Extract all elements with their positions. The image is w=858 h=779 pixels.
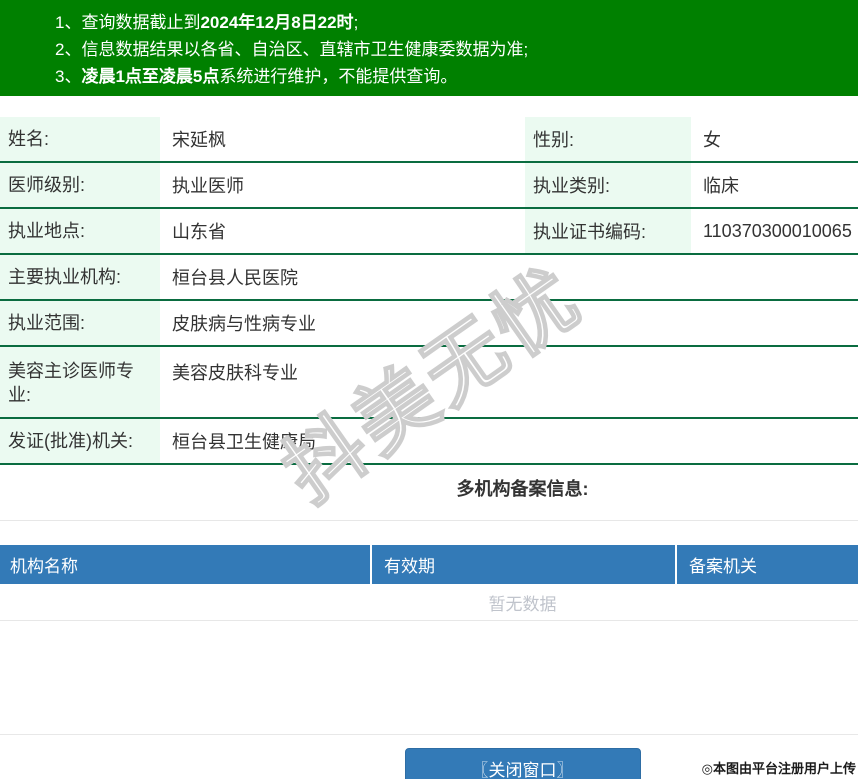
cosmetic-specialty-label: 美容主诊医师专业: xyxy=(0,347,160,417)
multi-org-section-title: 多机构备案信息: xyxy=(456,479,589,499)
table-row: 主要执业机构: 桓台县人民医院 xyxy=(0,255,858,301)
table-row: 执业范围: 皮肤病与性病专业 xyxy=(0,301,858,347)
notice-banner: 1、查询数据截止到2024年12月8日22时; 2、信息数据结果以各省、自治区、… xyxy=(0,0,858,96)
practice-place-value: 山东省 xyxy=(172,222,226,242)
doctor-level-label: 医师级别: xyxy=(0,163,160,207)
page-viewport: 1、查询数据截止到2024年12月8日22时; 2、信息数据结果以各省、自治区、… xyxy=(0,0,858,779)
org-table-header: 机构名称 有效期 备案机关 xyxy=(0,545,858,584)
notice-line: 1、查询数据截止到2024年12月8日22时; xyxy=(55,9,858,36)
org-name-column-header: 机构名称 xyxy=(0,545,372,584)
notice-text: ; xyxy=(353,13,359,32)
practice-type-label: 执业类别: xyxy=(525,163,691,207)
certificate-no-label: 执业证书编码: xyxy=(525,209,691,253)
main-institution-label: 主要执业机构: xyxy=(0,255,160,299)
gender-value: 女 xyxy=(703,130,721,150)
platform-upload-note: ◎本图由平台注册用户上传 xyxy=(701,761,856,776)
notice-text: 系统进行维护，不能提供查询。 xyxy=(219,67,458,86)
table-row: 医师级别: 执业医师 执业类别: 临床 xyxy=(0,163,858,209)
content-spacer xyxy=(0,621,858,735)
notice-text: 1、查询数据截止到 xyxy=(55,13,201,32)
close-window-button[interactable]: 〖关闭窗口〗 xyxy=(404,748,641,779)
notice-text: 3、 xyxy=(55,67,82,86)
validity-column-header: 有效期 xyxy=(372,545,677,584)
practice-scope-value: 皮肤病与性病专业 xyxy=(172,314,316,334)
table-row: 美容主诊医师专业: 美容皮肤科专业 xyxy=(0,347,858,419)
divider xyxy=(0,520,858,521)
table-row: 执业地点: 山东省 执业证书编码: 110370300010065 xyxy=(0,209,858,255)
doctor-info-table: 姓名: 宋延枫 性别: 女 医师级别: 执业医师 执业类别: 临床 执业地点: … xyxy=(0,117,858,465)
issuing-authority-value: 桓台县卫生健康局 xyxy=(172,432,316,452)
doctor-level-value: 执业医师 xyxy=(172,176,244,196)
table-row: 发证(批准)机关: 桓台县卫生健康局 xyxy=(0,419,858,465)
notice-text: 2、信息数据结果以各省、自治区、直辖市卫生健康委数据为准; xyxy=(55,40,529,59)
query-result-page: 1、查询数据截止到2024年12月8日22时; 2、信息数据结果以各省、自治区、… xyxy=(0,0,858,779)
notice-bold-text: 2024年12月8日22时 xyxy=(200,13,354,32)
gender-label: 性别: xyxy=(525,117,691,161)
issuing-authority-label: 发证(批准)机关: xyxy=(0,419,160,463)
notice-bold-text: 凌晨1点至凌晨5点 xyxy=(81,67,220,86)
empty-data-placeholder: 暂无数据 xyxy=(0,584,858,621)
cosmetic-specialty-value: 美容皮肤科专业 xyxy=(172,363,298,383)
practice-type-value: 临床 xyxy=(703,176,739,196)
certificate-no-value: 110370300010065 xyxy=(703,220,852,241)
practice-place-label: 执业地点: xyxy=(0,209,160,253)
practice-scope-label: 执业范围: xyxy=(0,301,160,345)
notice-line: 2、信息数据结果以各省、自治区、直辖市卫生健康委数据为准; xyxy=(55,36,858,63)
table-row: 姓名: 宋延枫 性别: 女 xyxy=(0,117,858,163)
main-institution-value: 桓台县人民医院 xyxy=(172,268,298,288)
notice-line: 3、凌晨1点至凌晨5点系统进行维护，不能提供查询。 xyxy=(55,63,858,90)
name-label: 姓名: xyxy=(0,117,160,161)
name-value: 宋延枫 xyxy=(172,130,226,150)
filing-authority-column-header: 备案机关 xyxy=(689,557,757,576)
